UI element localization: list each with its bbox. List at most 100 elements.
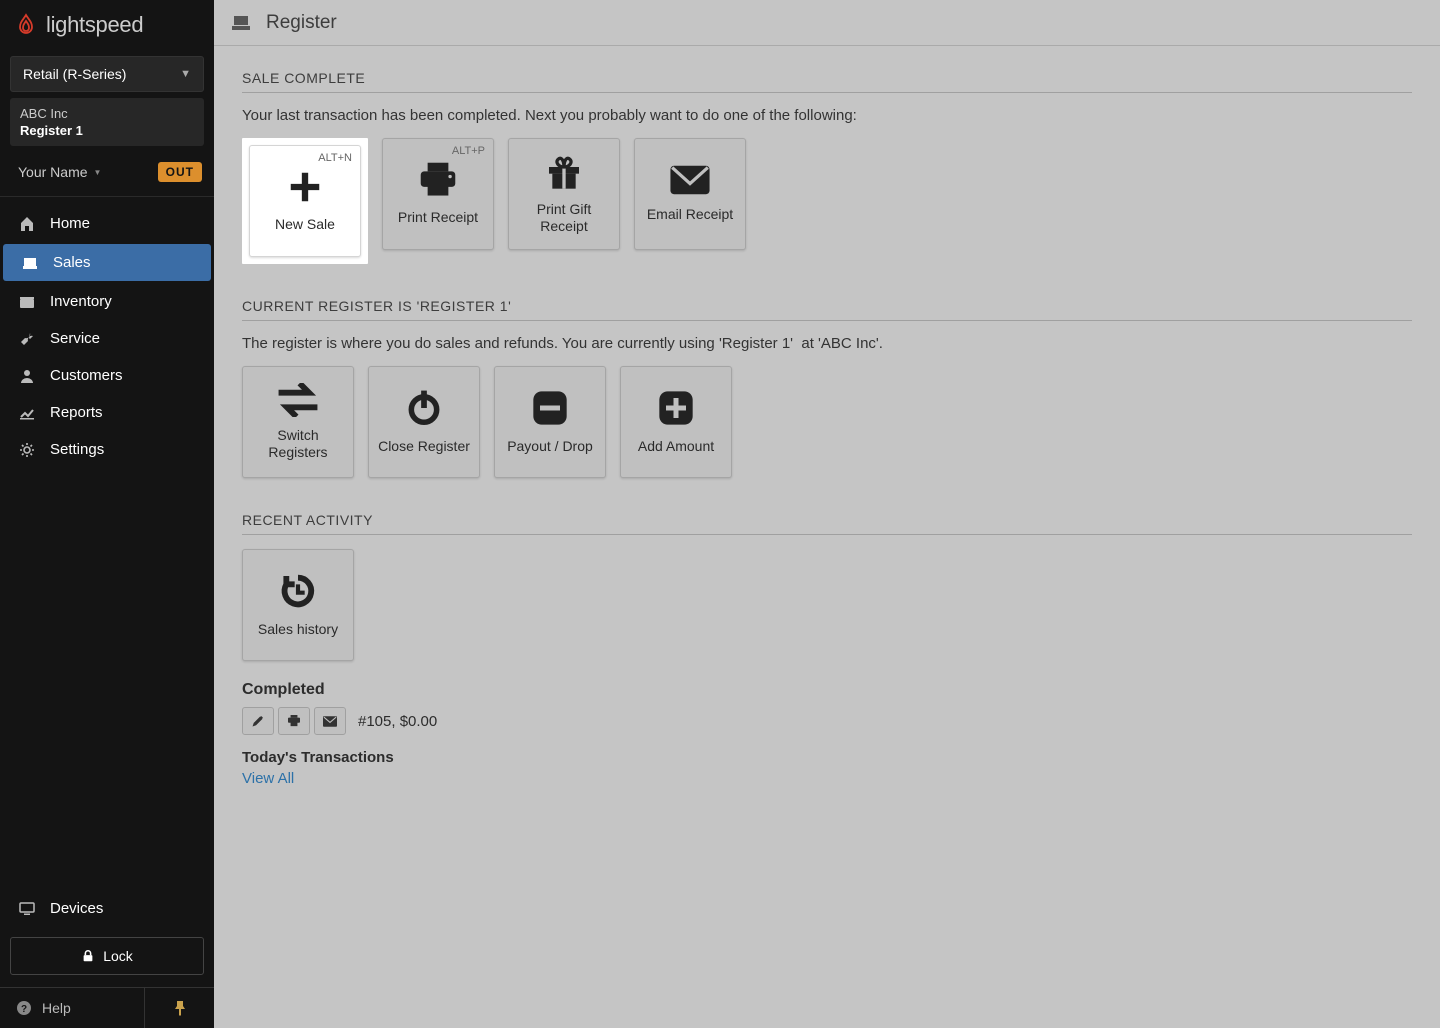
brand-logo: lightspeed [0,0,214,52]
user-row: Your Name ▼ OUT [0,154,214,197]
envelope-icon [323,716,337,727]
power-icon [405,388,443,428]
nav-settings-label: Settings [50,441,104,458]
product-selector-label: Retail (R-Series) [23,66,126,82]
gift-icon [544,153,584,191]
tile-print-gift-receipt[interactable]: Print Gift Receipt [508,138,620,250]
content: SALE COMPLETE Your last transaction has … [214,46,1440,1028]
pin-icon [173,1000,187,1016]
tile-close-register[interactable]: Close Register [368,366,480,478]
org-register-block[interactable]: ABC Inc Register 1 [10,98,204,146]
caret-down-icon: ▼ [94,168,102,177]
gear-icon [18,442,36,458]
tile-print-receipt[interactable]: ALT+P Print Receipt [382,138,494,250]
printer-icon [287,715,301,727]
nav-devices[interactable]: Devices [0,890,214,927]
nav-service[interactable]: Service [0,320,214,357]
nav-devices-label: Devices [50,900,103,917]
sidebar-bottom: Devices Lock ? Help [0,890,214,1028]
pin-button[interactable] [144,988,214,1028]
tile-label: New Sale [275,216,335,234]
tile-add-amount[interactable]: Add Amount [620,366,732,478]
envelope-icon [668,164,712,196]
minus-square-icon [530,388,570,428]
topbar: Register [214,0,1440,46]
recent-tiles: Sales history [242,549,1412,661]
section-sale-complete-heading: SALE COMPLETE [242,70,1412,93]
lock-icon [81,949,95,963]
tile-label: Payout / Drop [507,438,593,456]
tile-label: Print Receipt [398,209,478,227]
tile-label: Sales history [258,621,338,639]
nav-home[interactable]: Home [0,205,214,242]
home-icon [18,216,36,232]
register-tiles: Switch Registers Close Register Payout /… [242,366,1412,478]
help-row: ? Help [0,987,214,1028]
history-icon [278,571,318,611]
user-name-label: Your Name [18,164,88,180]
email-txn-button[interactable] [314,707,346,735]
swap-icon [276,383,320,417]
nav-home-label: Home [50,215,90,232]
tile-label: Print Gift Receipt [515,201,613,236]
section-current-register-heading: CURRENT REGISTER IS 'REGISTER 1' [242,298,1412,321]
sidebar: lightspeed Retail (R-Series) ▼ ABC Inc R… [0,0,214,1028]
pencil-icon [252,715,264,727]
edit-txn-button[interactable] [242,707,274,735]
svg-text:?: ? [21,1004,27,1015]
today-transactions-heading: Today's Transactions [242,749,1412,766]
tile-label: Close Register [378,438,470,456]
register-icon [21,255,39,271]
tile-label: Add Amount [638,438,714,456]
product-selector[interactable]: Retail (R-Series) ▼ [10,56,204,92]
question-icon: ? [16,1000,32,1016]
user-icon [18,368,36,384]
tile-new-sale[interactable]: ALT+N New Sale [249,145,361,257]
chart-icon [18,405,36,421]
tile-payout-drop[interactable]: Payout / Drop [494,366,606,478]
nav-sales-label: Sales [53,254,91,271]
nav-settings[interactable]: Settings [0,431,214,468]
txn-summary: #105, $0.00 [358,713,437,730]
section-sale-complete-subtext: Your last transaction has been completed… [242,107,1412,124]
section-recent-heading: RECENT ACTIVITY [242,512,1412,535]
company-name: ABC Inc [20,106,194,121]
help-button[interactable]: ? Help [0,988,144,1028]
main: Register SALE COMPLETE Your last transac… [214,0,1440,1028]
print-txn-button[interactable] [278,707,310,735]
nav-service-label: Service [50,330,100,347]
clock-out-badge[interactable]: OUT [158,162,202,182]
user-menu[interactable]: Your Name ▼ [18,164,101,180]
nav-customers-label: Customers [50,367,123,384]
section-current-register-subtext: The register is where you do sales and r… [242,335,1412,352]
chevron-down-icon: ▼ [180,68,191,80]
shortcut-label: ALT+N [318,152,352,164]
nav-inventory[interactable]: Inventory [0,283,214,320]
register-name: Register 1 [20,123,194,138]
primary-nav: Home Sales Inventory Service Customers R… [0,197,214,890]
completed-row: #105, $0.00 [242,707,1412,735]
inventory-icon [18,294,36,310]
tile-switch-registers[interactable]: Switch Registers [242,366,354,478]
nav-reports-label: Reports [50,404,103,421]
nav-customers[interactable]: Customers [0,357,214,394]
brand-text: lightspeed [46,12,143,38]
highlight-new-sale: ALT+N New Sale [242,138,368,264]
sale-complete-tiles: ALT+N New Sale ALT+P Print Receipt Print… [242,138,1412,264]
help-label: Help [42,1000,71,1016]
tile-email-receipt[interactable]: Email Receipt [634,138,746,250]
tile-label: Switch Registers [249,427,347,462]
tile-sales-history[interactable]: Sales history [242,549,354,661]
page-title: Register [266,12,337,34]
view-all-link[interactable]: View All [242,770,1412,787]
completed-heading: Completed [242,681,1412,699]
register-icon [232,14,252,32]
printer-icon [417,161,459,199]
monitor-icon [18,901,36,917]
nav-sales[interactable]: Sales [3,244,211,281]
nav-reports[interactable]: Reports [0,394,214,431]
plus-icon [286,168,324,206]
wrench-icon [18,331,36,347]
lock-button[interactable]: Lock [10,937,204,975]
nav-inventory-label: Inventory [50,293,112,310]
